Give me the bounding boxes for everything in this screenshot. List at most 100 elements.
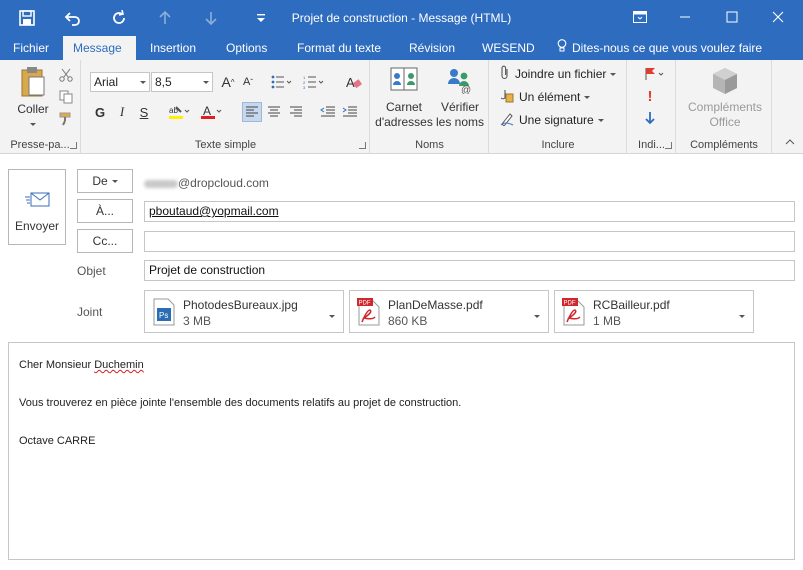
svg-text:PDF: PDF <box>359 301 371 307</box>
chevron-down-icon[interactable] <box>329 309 335 323</box>
group-names: Carnet d'adresses @ Vérifier les noms No… <box>371 60 489 154</box>
font-color-icon[interactable]: A <box>198 102 226 122</box>
highlight-icon[interactable]: ab <box>166 102 194 122</box>
check-names-button[interactable]: @ Vérifier les noms <box>433 66 487 130</box>
office-addins-button[interactable]: Compléments Office <box>681 66 769 130</box>
cc-button[interactable]: Cc... <box>77 229 133 253</box>
clipboard-group-label: Presse-pa... <box>10 139 70 151</box>
svg-text:3: 3 <box>303 85 306 89</box>
svg-text:@: @ <box>461 85 471 94</box>
high-importance-icon[interactable]: ! <box>640 86 660 106</box>
check-names-label-2: les noms <box>435 115 485 129</box>
underline-icon[interactable]: S <box>134 102 154 122</box>
outlook-item-icon <box>500 89 514 106</box>
scissors-icon[interactable] <box>56 65 76 85</box>
chevron-down-icon <box>137 73 149 91</box>
greeting-prefix: Cher Monsieur <box>19 359 95 371</box>
message-body[interactable]: Cher Monsieur Duchemin Vous trouverez en… <box>8 342 795 560</box>
send-button[interactable]: Envoyer <box>8 169 66 245</box>
signature-button[interactable]: Une signature <box>500 110 604 130</box>
attach-item-button[interactable]: Un élément <box>500 87 591 107</box>
font-size-select[interactable]: 8,5 <box>151 72 213 92</box>
from-email: @dropcloud.com <box>178 176 269 190</box>
low-importance-icon[interactable] <box>640 108 660 128</box>
grow-font-icon[interactable]: A ^ <box>218 72 238 92</box>
dialog-launcher-icon[interactable] <box>359 142 366 149</box>
numbering-icon[interactable]: 123 <box>300 72 328 92</box>
group-basic-text: Arial 8,5 A ^ Aˇ 123 A G I S ab A Texte … <box>82 60 370 154</box>
attachment-item[interactable]: Ps PhotodesBureaux.jpg 3 MB <box>144 290 344 333</box>
chevron-down-icon[interactable] <box>534 309 540 323</box>
from-account: @dropcloud.com <box>144 176 269 190</box>
attach-file-button[interactable]: Joindre un fichier <box>500 64 617 84</box>
bullets-icon[interactable] <box>268 72 296 92</box>
svg-text:A: A <box>346 75 355 89</box>
tab-options[interactable]: Options <box>216 36 277 60</box>
pdf-file-icon: PDF <box>562 298 586 326</box>
align-right-icon[interactable] <box>286 102 306 122</box>
paperclip-icon <box>500 65 510 83</box>
address-book-label-1: Carnet <box>385 100 423 114</box>
to-recipient[interactable]: pboutaud@yopmail.com <box>149 204 279 218</box>
tell-me-box[interactable]: Dites-nous ce que vous voulez faire <box>547 36 772 60</box>
svg-text:A: A <box>203 104 211 118</box>
cc-label: Cc... <box>92 234 118 248</box>
italic-icon[interactable]: I <box>112 102 132 122</box>
bold-icon[interactable]: G <box>90 102 110 122</box>
ribbon-display-options-icon[interactable] <box>620 4 660 30</box>
tab-wesend[interactable]: WESEND <box>472 36 545 60</box>
close-icon[interactable] <box>758 4 798 30</box>
dialog-launcher-icon[interactable] <box>70 142 77 149</box>
names-group-label: Noms <box>415 139 444 151</box>
align-left-icon[interactable] <box>242 102 262 122</box>
office-addins-icon <box>710 66 740 96</box>
group-addins: Compléments Office Compléments <box>677 60 772 154</box>
minimize-icon[interactable] <box>665 4 705 30</box>
chevron-down-icon[interactable] <box>739 309 745 323</box>
maximize-icon[interactable] <box>712 4 752 30</box>
paste-button[interactable]: Coller <box>10 66 56 132</box>
lightbulb-icon <box>557 36 567 60</box>
tab-message[interactable]: Message <box>63 36 136 60</box>
address-book-button[interactable]: Carnet d'adresses <box>375 66 433 130</box>
send-label: Envoyer <box>14 219 60 233</box>
align-center-icon[interactable] <box>264 102 284 122</box>
attachment-name: PhotodesBureaux.jpg <box>183 298 298 312</box>
increase-indent-icon[interactable] <box>340 102 360 122</box>
signature-label: Une signature <box>519 113 594 127</box>
shrink-font-icon[interactable]: Aˇ <box>238 72 258 92</box>
body-paragraph: Vous trouverez en pièce jointe l'ensembl… <box>19 397 462 409</box>
ribbon: Coller Presse-pa... Arial 8,5 A ^ Aˇ 1 2… <box>0 60 803 154</box>
title-bar: Projet de construction - Message (HTML) <box>0 0 803 36</box>
cc-field[interactable] <box>144 231 795 252</box>
font-name-select[interactable]: Arial <box>90 72 150 92</box>
to-button[interactable]: À... <box>77 199 133 223</box>
tab-revision[interactable]: Révision <box>399 36 465 60</box>
follow-up-flag-icon[interactable] <box>640 64 670 84</box>
attachment-size: 1 MB <box>593 314 622 328</box>
svg-text:Ps: Ps <box>159 311 168 320</box>
attach-file-label: Joindre un fichier <box>515 67 607 81</box>
attachments-label: Joint <box>77 305 103 319</box>
collapse-ribbon-icon[interactable] <box>780 132 800 152</box>
address-book-label-2: d'adresses <box>375 115 433 129</box>
format-painter-icon[interactable] <box>56 109 76 129</box>
group-tags: ! Indi... <box>628 60 676 154</box>
decrease-indent-icon[interactable] <box>318 102 338 122</box>
tab-format-du-texte[interactable]: Format du texte <box>287 36 391 60</box>
address-book-icon <box>389 66 419 94</box>
tab-fichier[interactable]: Fichier <box>3 36 59 60</box>
from-button[interactable]: De <box>77 169 133 193</box>
copy-icon[interactable] <box>56 87 76 107</box>
dialog-launcher-icon[interactable] <box>665 142 672 149</box>
tab-insertion[interactable]: Insertion <box>140 36 206 60</box>
subject-field[interactable]: Projet de construction <box>144 260 795 281</box>
attachment-item[interactable]: PDF RCBailleur.pdf 1 MB <box>554 290 754 333</box>
clear-formatting-icon[interactable]: A <box>344 72 364 92</box>
attachment-size: 3 MB <box>183 314 212 328</box>
ribbon-tabs: Fichier Message Insertion Options Format… <box>0 36 803 60</box>
attachment-item[interactable]: PDF PlanDeMasse.pdf 860 KB <box>349 290 549 333</box>
to-field[interactable]: pboutaud@yopmail.com <box>144 201 795 222</box>
addins-group-label: Compléments <box>690 139 758 151</box>
from-label: De <box>92 174 108 188</box>
